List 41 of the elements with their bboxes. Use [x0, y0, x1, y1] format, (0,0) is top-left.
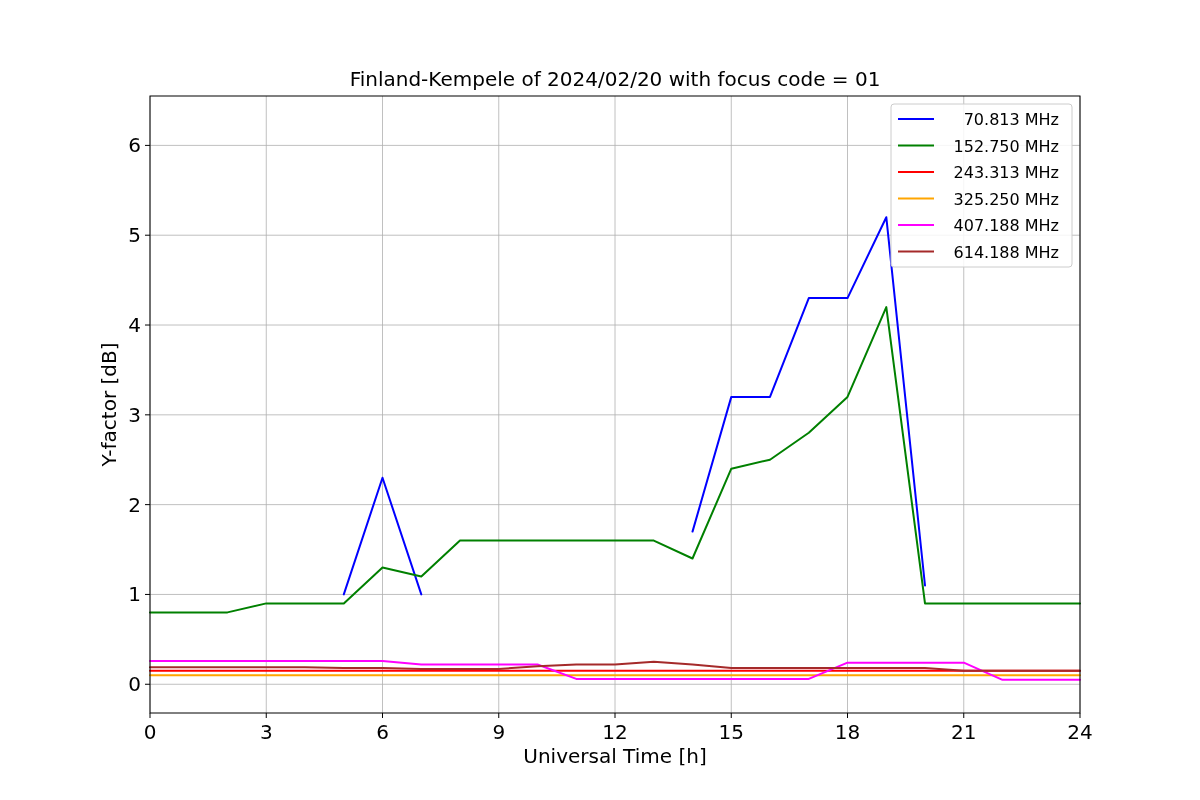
y-tick-label: 4	[128, 313, 141, 337]
x-tick-label: 24	[1067, 720, 1093, 744]
tick-mark	[265, 712, 267, 719]
legend-label: 70.813 MHz	[963, 110, 1059, 129]
chart-title: Finland-Kempele of 2024/02/20 with focus code = 01	[349, 67, 881, 91]
tick-mark	[149, 712, 151, 719]
y-tick-label: 3	[128, 402, 141, 427]
x-tick-label: 9	[492, 720, 506, 744]
legend-label: 325.250 MHz	[953, 189, 1059, 209]
x-axis-label: Universal Time [h]	[523, 744, 707, 768]
tick-mark	[382, 712, 383, 719]
x-tick-label: 0	[143, 720, 157, 744]
tick-mark	[144, 414, 151, 416]
y-tick-label: 0	[128, 672, 141, 697]
tick-mark	[144, 683, 151, 685]
x-tick-label: 3	[259, 720, 273, 744]
y-tick-label: 6	[128, 133, 141, 158]
x-tick-label: 6	[376, 720, 389, 744]
tick-mark	[1079, 712, 1081, 719]
y-tick-label: 5	[128, 223, 141, 248]
tick-mark	[144, 324, 151, 326]
x-tick-label: 21	[951, 720, 977, 744]
y-axis-label: Y-factor [dB]	[97, 342, 121, 467]
x-tick-label: 12	[602, 720, 628, 744]
legend-label: 152.750 MHz	[953, 136, 1059, 156]
x-tick-label: 15	[718, 720, 744, 744]
y-tick-label: 2	[128, 492, 141, 517]
tick-mark	[847, 712, 848, 719]
tick-mark	[144, 504, 151, 506]
tick-mark	[144, 234, 151, 236]
x-tick-label: 18	[834, 720, 861, 744]
tick-mark	[963, 712, 965, 719]
y-tick-label: 1	[128, 582, 141, 607]
tick-mark	[498, 712, 500, 719]
tick-mark	[144, 144, 151, 146]
legend-label: 614.188 MHz	[953, 242, 1059, 262]
tick-mark	[144, 593, 151, 595]
tick-mark	[614, 712, 616, 719]
legend-label: 407.188 MHz	[953, 216, 1059, 235]
tick-mark	[730, 712, 732, 719]
legend-label: 243.313 MHz	[953, 163, 1059, 182]
